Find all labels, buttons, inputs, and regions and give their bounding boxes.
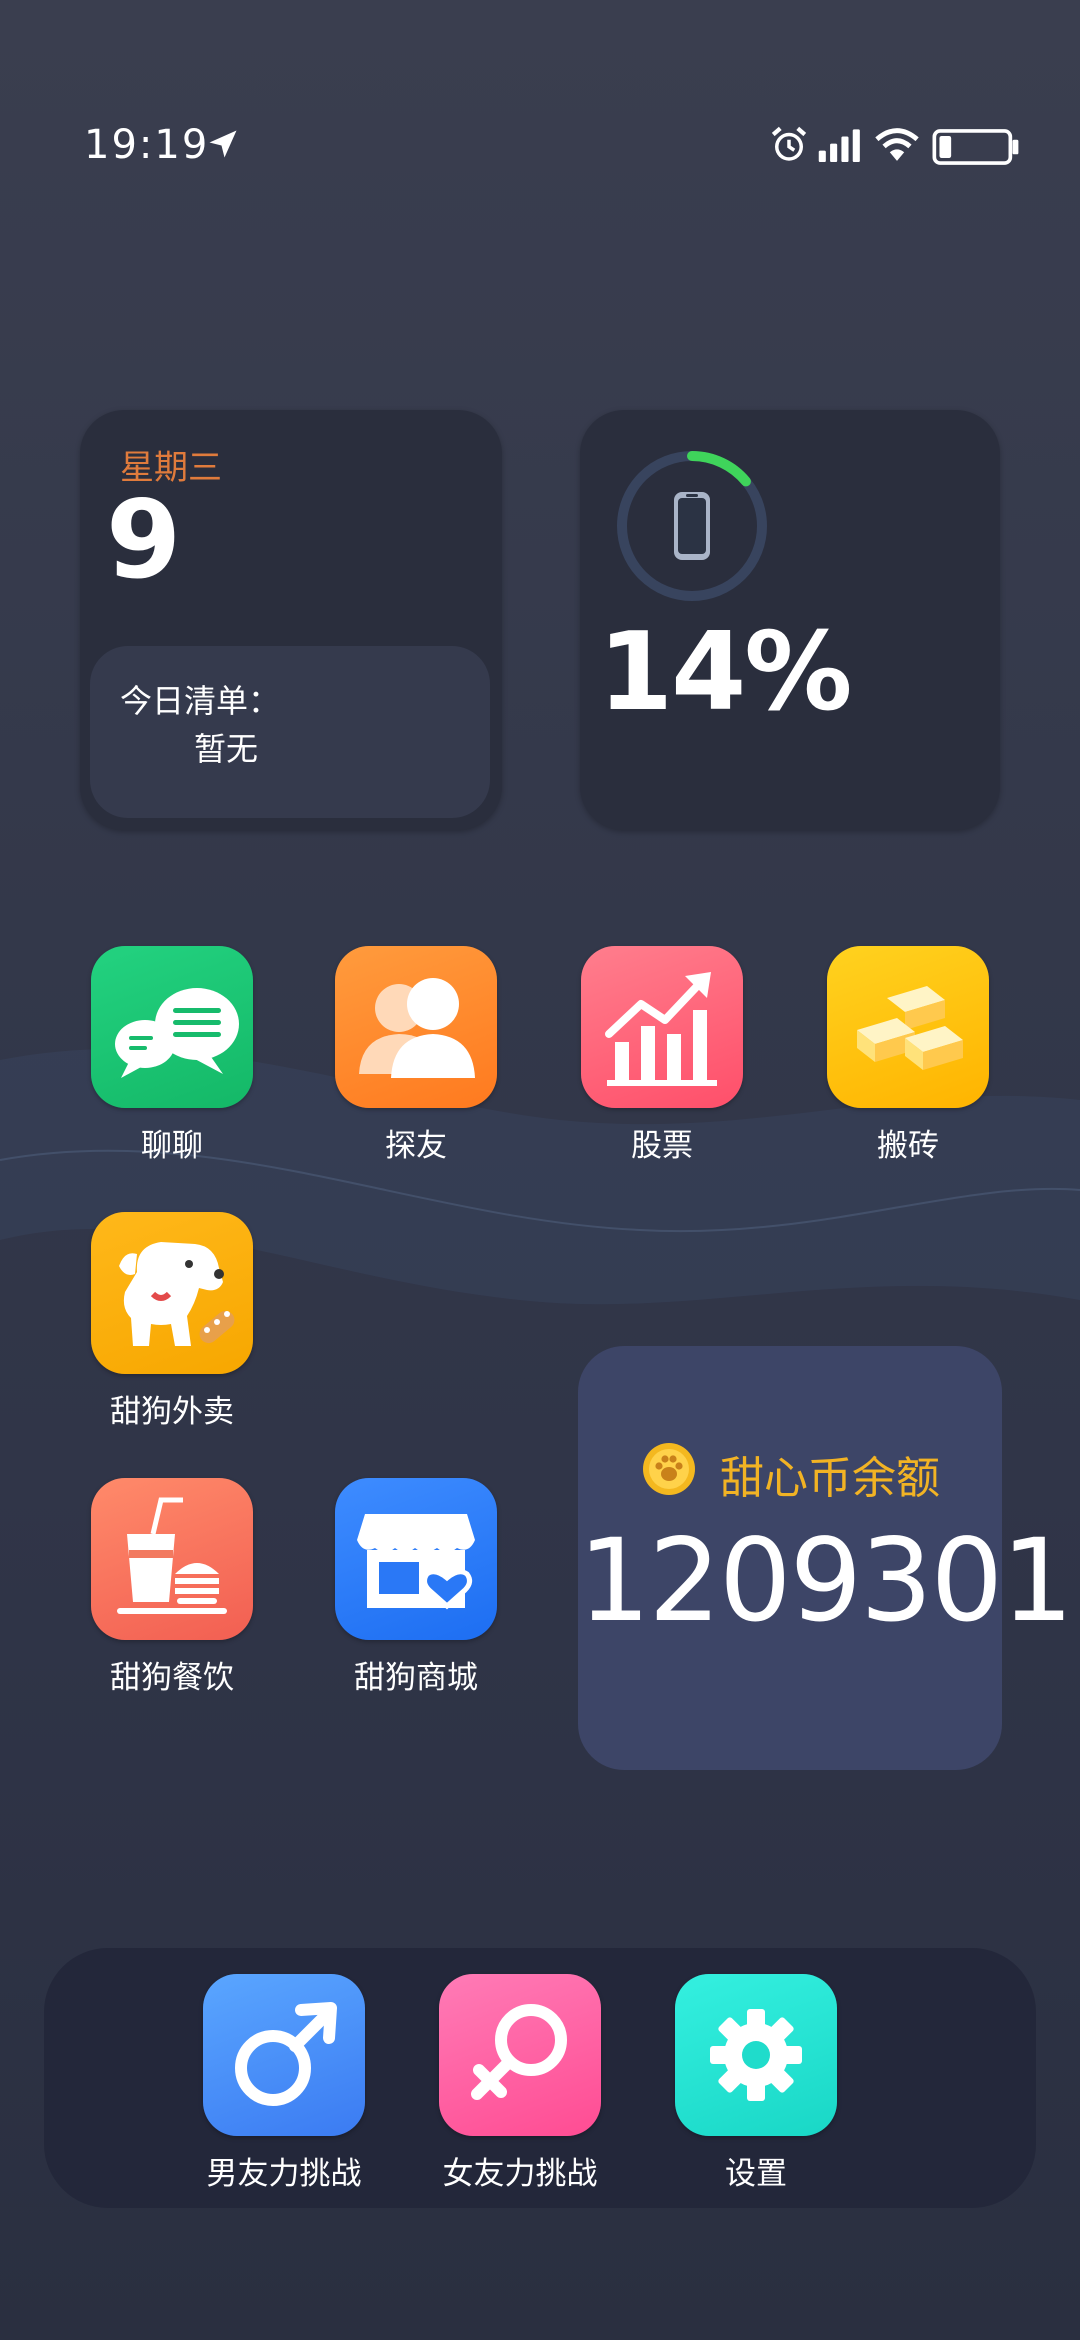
coin-icon: [643, 1443, 695, 1495]
battery-ring: [617, 451, 767, 601]
app-boyfriend-challenge[interactable]: 男友力挑战: [164, 1974, 404, 2193]
app-friends[interactable]: 探友: [296, 946, 536, 1165]
battery-percent: 14%: [598, 610, 853, 735]
status-bar: 19:19: [0, 0, 1080, 200]
dock: 男友力挑战 女友力挑战 设置: [44, 1948, 1036, 2208]
battery-icon: [932, 129, 1019, 165]
app-label: 男友力挑战: [206, 2156, 362, 2192]
day-number: 9: [106, 478, 182, 603]
app-girlfriend-challenge[interactable]: 女友力挑战: [400, 1974, 640, 2193]
app-label: 女友力挑战: [442, 2156, 598, 2192]
speech-bubbles-icon: [115, 988, 239, 1078]
app-dining[interactable]: 甜狗餐饮: [52, 1478, 292, 1697]
shop-heart-icon: [357, 1514, 475, 1610]
app-label: 甜狗外卖: [110, 1394, 234, 1430]
app-work[interactable]: 搬砖: [788, 946, 1028, 1165]
app-mall[interactable]: 甜狗商城: [296, 1478, 536, 1697]
app-label: 股票: [631, 1128, 693, 1164]
gold-bars-icon: [857, 986, 963, 1070]
app-label: 甜狗餐饮: [110, 1660, 234, 1696]
todo-card[interactable]: 今日清单： 暂无: [90, 646, 490, 818]
wifi-icon: [875, 128, 919, 161]
app-settings[interactable]: 设置: [636, 1974, 876, 2193]
battery-widget[interactable]: 14%: [580, 410, 1000, 830]
app-label: 搬砖: [877, 1128, 939, 1164]
status-time: 19:19: [84, 122, 210, 168]
date-widget[interactable]: 星期三 9 今日清单： 暂无: [80, 410, 502, 830]
location-arrow-icon: [209, 130, 237, 158]
alarm-icon: [771, 126, 807, 161]
gear-icon: [710, 2009, 802, 2101]
app-label: 聊聊: [141, 1128, 203, 1164]
balance-widget[interactable]: 甜心币余额 1209301: [578, 1346, 1074, 1770]
balance-label: 甜心币余额: [720, 1453, 940, 1504]
drink-burger-icon: [117, 1497, 227, 1614]
app-label: 探友: [385, 1128, 447, 1164]
app-chat[interactable]: 聊聊: [52, 946, 292, 1165]
signal-icon: [818, 129, 860, 162]
app-label: 甜狗商城: [354, 1660, 478, 1696]
phone-icon: [674, 492, 710, 560]
app-label: 设置: [725, 2156, 787, 2192]
app-delivery[interactable]: 甜狗外卖: [52, 1212, 292, 1431]
app-stocks[interactable]: 股票: [542, 946, 782, 1165]
todo-value: 暂无: [194, 730, 259, 768]
female-symbol-icon: [471, 2004, 567, 2100]
male-symbol-icon: [235, 2002, 337, 2106]
balance-value: 1209301: [578, 1514, 1074, 1647]
people-icon: [359, 978, 475, 1078]
todo-title: 今日清单：: [120, 682, 281, 720]
dog-icon: [119, 1242, 235, 1346]
rising-chart-icon: [605, 972, 717, 1086]
